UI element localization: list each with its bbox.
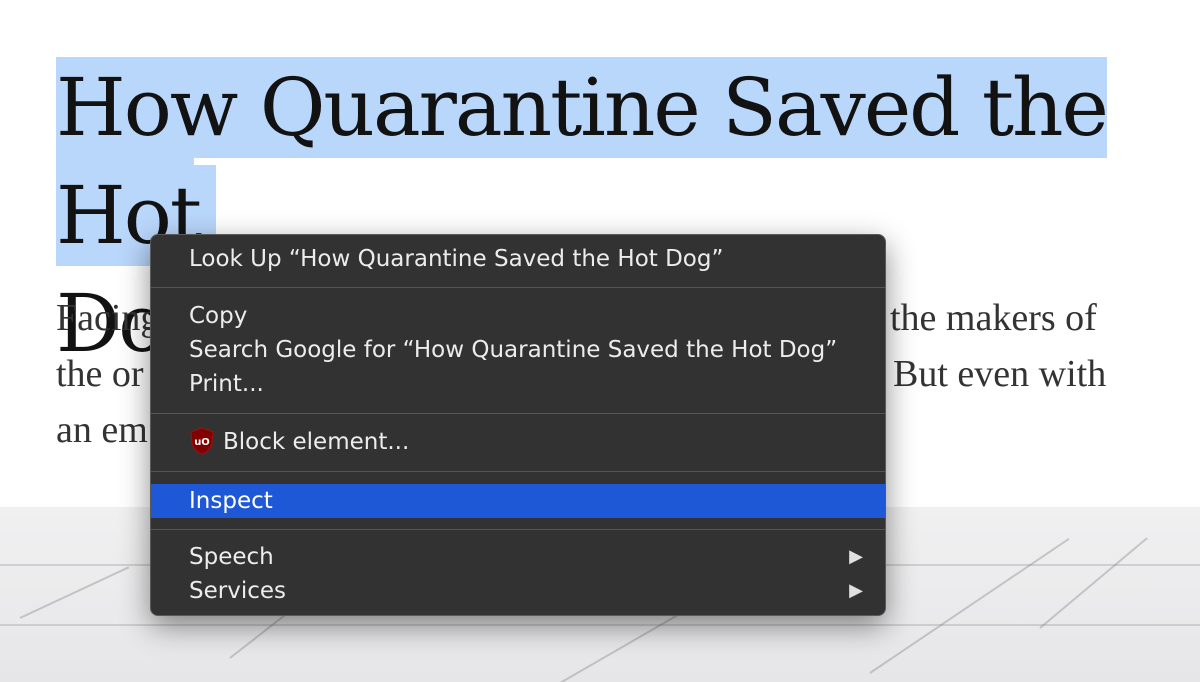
menu-item-block-element-label: Block element... [223, 429, 410, 455]
submenu-arrow-icon: ▶ [849, 580, 863, 601]
svg-text:uO: uO [194, 437, 210, 448]
submenu-arrow-icon: ▶ [849, 546, 863, 567]
menu-item-speech-label: Speech [189, 544, 274, 570]
context-menu: Look Up “How Quarantine Saved the Hot Do… [150, 234, 886, 616]
menu-item-search-google[interactable]: Search Google for “How Quarantine Saved … [151, 333, 885, 367]
paragraph-line2-left: the or [56, 353, 144, 395]
menu-item-block-element[interactable]: uO Block element... [151, 425, 885, 459]
menu-item-look-up[interactable]: Look Up “How Quarantine Saved the Hot Do… [151, 242, 885, 276]
menu-item-speech[interactable]: Speech ▶ [151, 540, 885, 574]
paragraph-line2-right: But even with [893, 353, 1107, 395]
menu-item-inspect[interactable]: Inspect [151, 484, 885, 518]
menu-separator [151, 529, 885, 530]
menu-separator [151, 471, 885, 472]
menu-item-print[interactable]: Print... [151, 367, 885, 401]
menu-separator [151, 287, 885, 288]
ublock-origin-icon: uO [190, 426, 214, 455]
menu-separator [151, 413, 885, 414]
paragraph-line1-left: Facing [56, 297, 160, 339]
menu-item-services-label: Services [189, 578, 286, 604]
menu-item-services[interactable]: Services ▶ [151, 574, 885, 608]
menu-item-copy[interactable]: Copy [151, 299, 885, 333]
paragraph-line1-right: the makers of [890, 297, 1097, 339]
paragraph-line3-left: an em [56, 409, 148, 451]
